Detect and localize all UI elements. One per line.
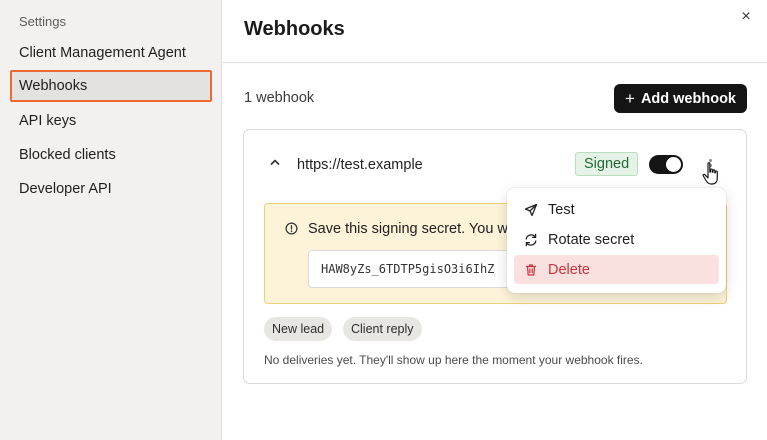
webhook-url: https://test.example xyxy=(297,157,423,173)
menu-item-delete[interactable]: Delete xyxy=(514,255,719,284)
sidebar-heading: Settings xyxy=(19,14,66,29)
info-icon xyxy=(285,222,298,235)
toggle-knob xyxy=(666,157,681,172)
event-chip-new-lead: New lead xyxy=(264,317,333,341)
menu-item-label: Rotate secret xyxy=(548,231,635,248)
secret-warning-text: Save this signing secret. You w xyxy=(308,221,508,237)
close-button[interactable]: × xyxy=(738,8,754,26)
settings-sidebar: Settings Client Management Agent Webhook… xyxy=(0,0,222,440)
sidebar-item-webhooks[interactable]: Webhooks xyxy=(10,70,212,102)
chevron-up-icon[interactable] xyxy=(269,156,281,168)
sidebar-item-client-management-agent[interactable]: Client Management Agent xyxy=(10,37,212,69)
add-webhook-label: Add webhook xyxy=(640,90,736,107)
hand-cursor-icon xyxy=(702,162,718,185)
refresh-icon xyxy=(525,233,537,246)
menu-item-rotate-secret[interactable]: Rotate secret xyxy=(514,225,719,254)
event-chip-client-reply: Client reply xyxy=(343,317,422,341)
deliveries-empty-state: No deliveries yet. They'll show up here … xyxy=(264,353,643,367)
webhook-enabled-toggle[interactable] xyxy=(649,155,683,174)
webhook-actions-menu: Test Rotate secret Delete xyxy=(507,188,726,293)
sidebar-item-developer-api[interactable]: Developer API xyxy=(10,173,212,205)
close-icon: × xyxy=(741,8,751,25)
page-title: Webhooks xyxy=(244,18,345,40)
add-webhook-button[interactable]: + Add webhook xyxy=(614,84,747,113)
header-divider xyxy=(223,62,767,63)
status-badge: Signed xyxy=(575,152,639,176)
sidebar-item-api-keys[interactable]: API keys xyxy=(10,105,212,137)
menu-item-label: Test xyxy=(548,201,575,218)
plus-icon: + xyxy=(625,89,635,108)
sidebar-item-blocked-clients[interactable]: Blocked clients xyxy=(10,139,212,171)
trash-icon xyxy=(525,263,537,276)
menu-item-label: Delete xyxy=(548,261,590,278)
menu-item-test[interactable]: Test xyxy=(514,195,719,224)
webhook-count: 1 webhook xyxy=(244,90,315,106)
send-icon xyxy=(524,203,538,216)
